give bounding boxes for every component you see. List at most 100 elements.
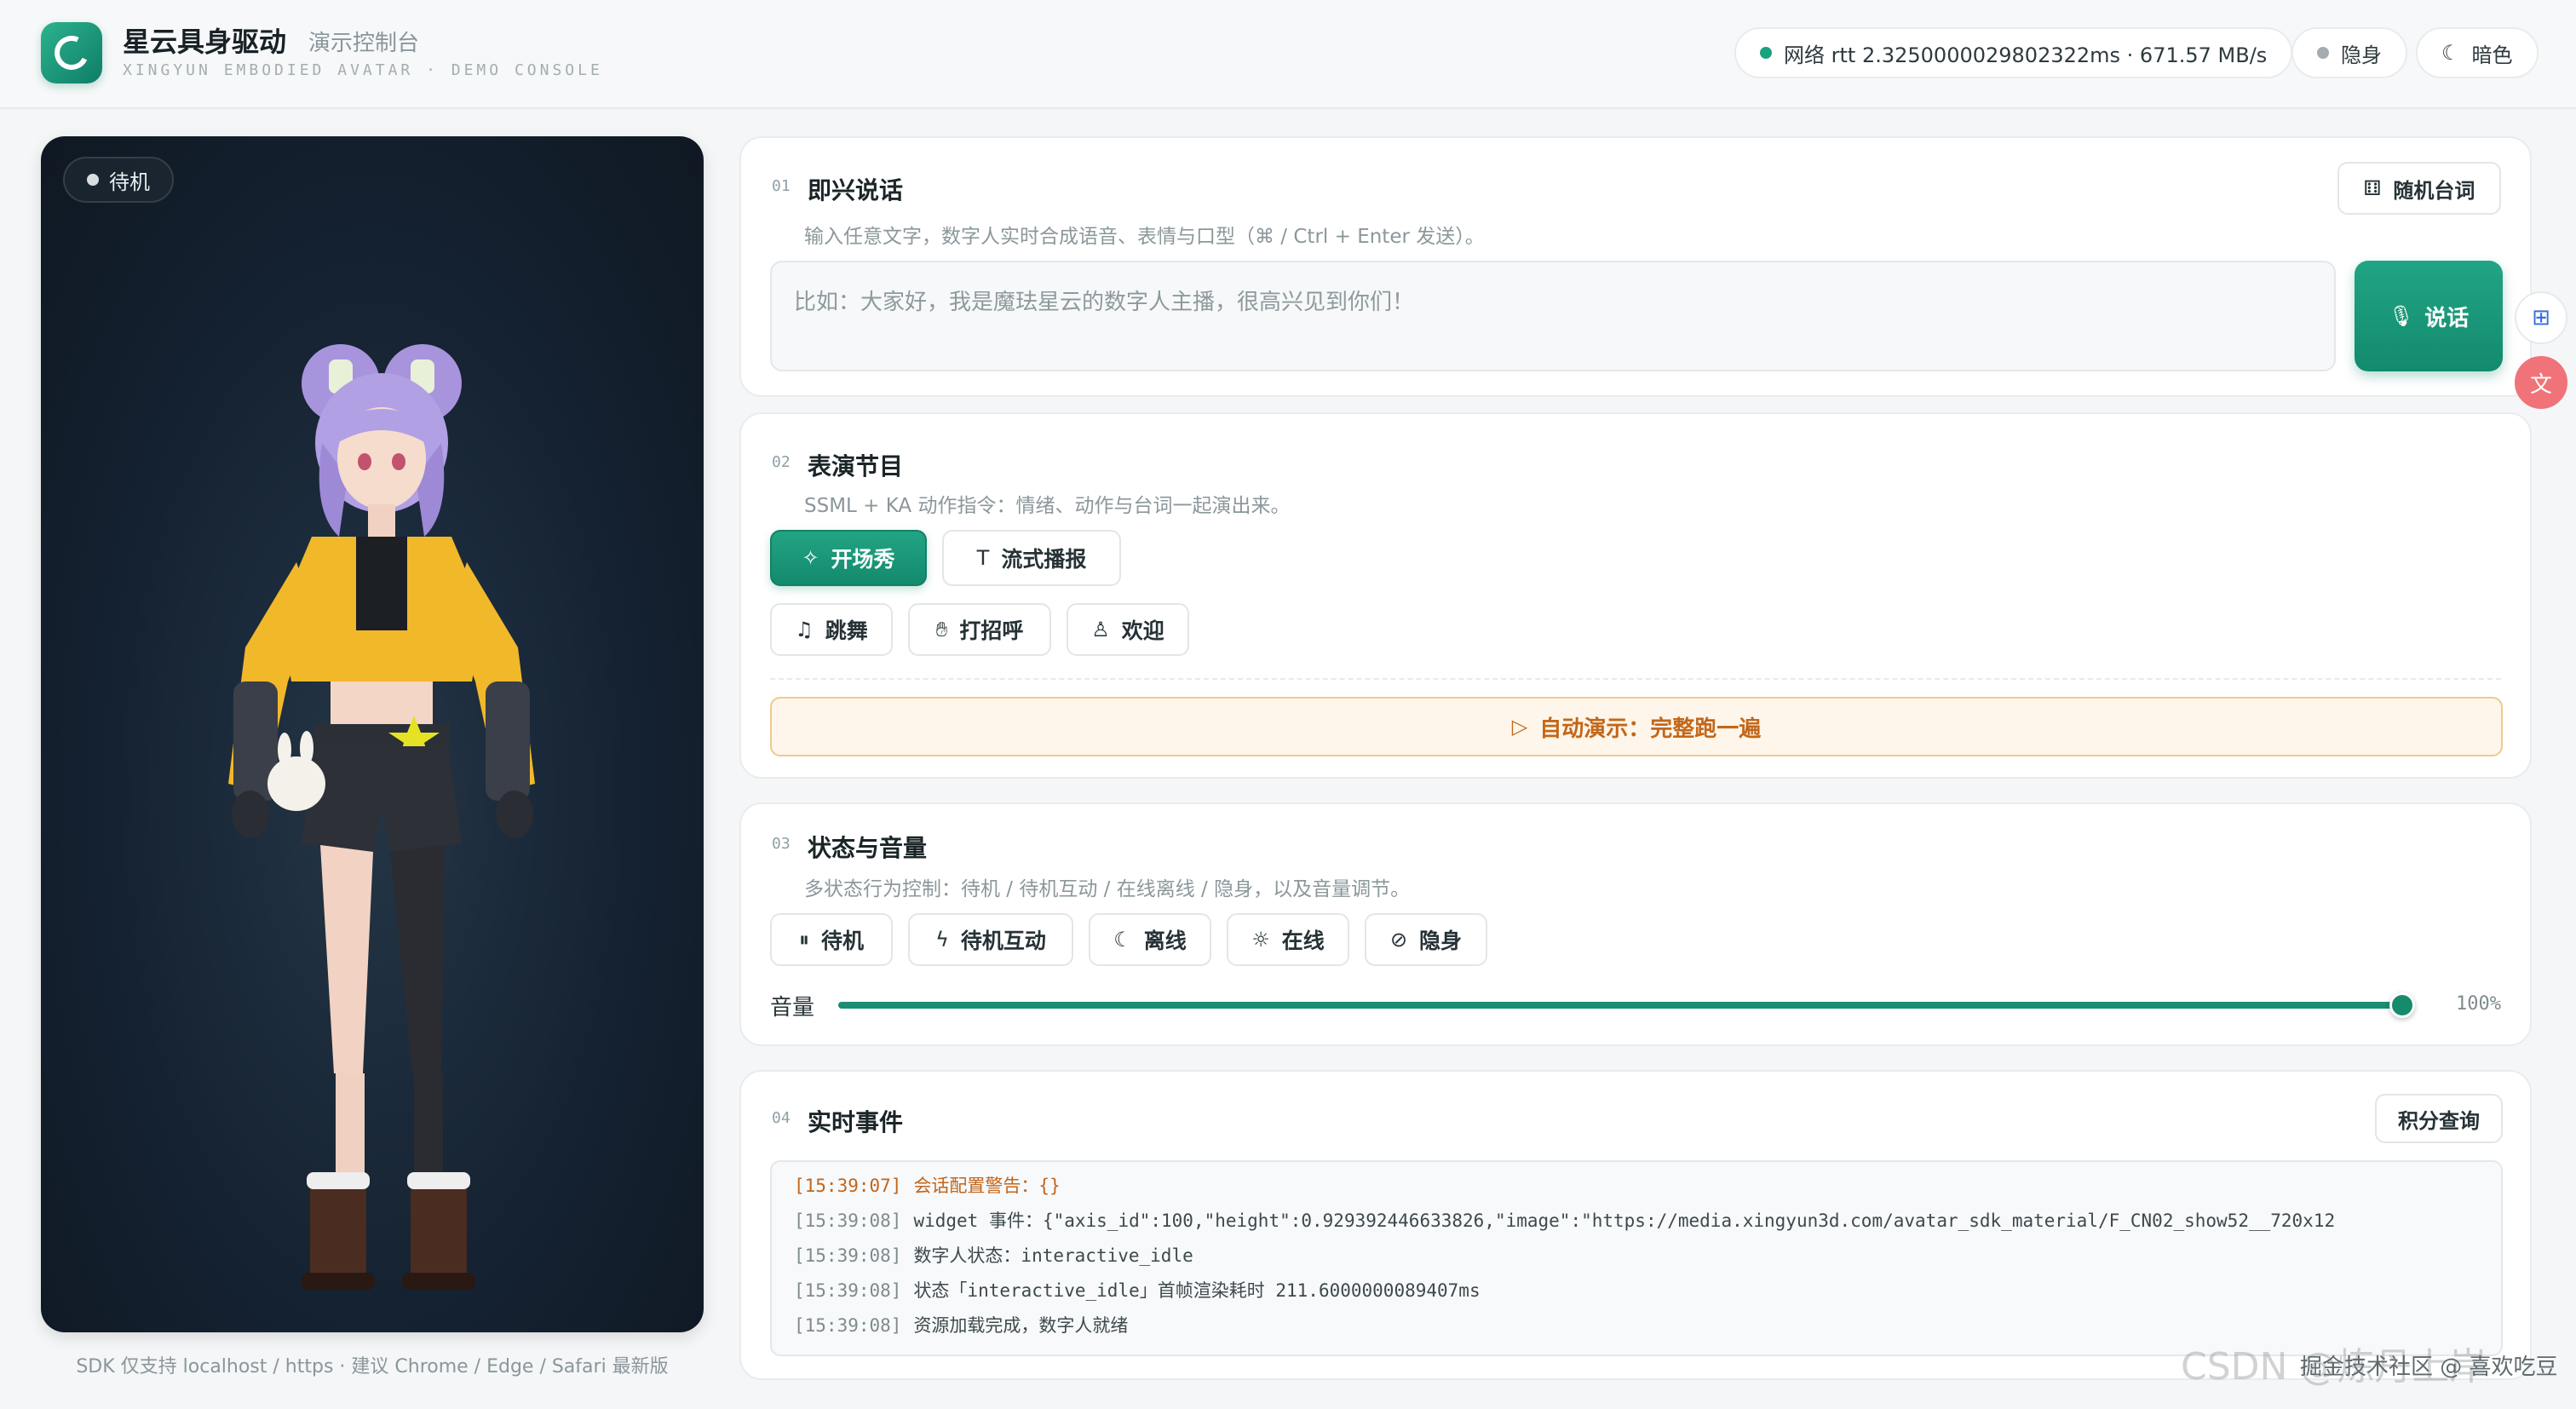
- state-volume-section: 03 状态与音量 多状态行为控制：待机 / 待机互动 / 在线离线 / 隐身，以…: [739, 802, 2532, 1046]
- opening-show-button[interactable]: ✧ 开场秀: [770, 530, 927, 586]
- idle-interact-label: 待机互动: [960, 929, 1046, 953]
- speak-input[interactable]: 比如：大家好，我是魔珐星云的数字人主播，很高兴见到你们！: [770, 261, 2336, 371]
- apps-icon[interactable]: ⊞: [2515, 291, 2567, 344]
- section-number: 04: [772, 1109, 791, 1127]
- online-label: 在线: [1281, 929, 1325, 953]
- theme-toggle-button[interactable]: ☾ 暗色: [2416, 27, 2539, 78]
- section-desc: 输入任意文字，数字人实时合成语音、表情与口型（⌘ / Ctrl + Enter …: [804, 226, 1485, 248]
- idle-label: 待机: [820, 929, 864, 953]
- welcome-label: 欢迎: [1121, 618, 1164, 643]
- status-dot-icon: [2317, 47, 2329, 59]
- offline-button[interactable]: ☾ 离线: [1089, 913, 1211, 966]
- log-line: [15:39:08] widget 事件：{"axis_id":100,"heig…: [794, 1204, 2479, 1239]
- log-text: 资源加载完成，数字人就绪: [913, 1315, 1129, 1336]
- speak-section: 01 即兴说话 输入任意文字，数字人实时合成语音、表情与口型（⌘ / Ctrl …: [739, 136, 2532, 397]
- log-line: [15:39:08] 状态「interactive_idle」首帧渲染耗时 211…: [794, 1274, 2479, 1308]
- volume-label: 音量: [770, 995, 815, 1021]
- avatar-figure: [228, 344, 535, 1290]
- section-number: 03: [772, 835, 791, 853]
- translate-icon[interactable]: 文: [2515, 356, 2567, 409]
- section-number: 02: [772, 453, 791, 471]
- volume-fill: [838, 1002, 2402, 1009]
- section-title: 状态与音量: [808, 834, 928, 862]
- top-bar: 星云具身驱动 演示控制台 XINGYUN EMBODIED AVATAR · D…: [0, 0, 2576, 109]
- volume-slider[interactable]: [838, 992, 2415, 1018]
- app-logo: [41, 22, 102, 83]
- network-status-pill: 网络 rtt 2.3250000029802322ms · 671.57 MB/…: [1734, 27, 2293, 78]
- hidden-button[interactable]: ⊘ 隐身: [1365, 913, 1487, 966]
- bolt-icon: ϟ: [935, 928, 949, 952]
- network-status-text: 网络 rtt 2.3250000029802322ms · 671.57 MB/…: [1784, 43, 2268, 67]
- section-desc: 多状态行为控制：待机 / 待机互动 / 在线离线 / 隐身，以及音量调节。: [804, 878, 1411, 900]
- log-text: 状态「interactive_idle」首帧渲染耗时 211.600000008…: [913, 1280, 1481, 1301]
- hidden-label: 隐身: [1419, 929, 1463, 953]
- section-divider: [770, 678, 2501, 680]
- welcome-button[interactable]: ♙ 欢迎: [1067, 603, 1189, 656]
- stream-broadcast-button[interactable]: T 流式播报: [942, 530, 1121, 586]
- opening-show-label: 开场秀: [831, 547, 895, 572]
- eye-off-icon: ⊘: [1389, 928, 1408, 952]
- sdk-footnote: SDK 仅支持 localhost / https · 建议 Chrome / …: [76, 1356, 669, 1377]
- online-dot-icon: [1760, 47, 1772, 59]
- text-icon: T: [976, 546, 990, 570]
- section-title: 即兴说话: [808, 176, 904, 204]
- volume-knob[interactable]: [2389, 992, 2415, 1018]
- log-timestamp: [15:39:08]: [794, 1245, 902, 1266]
- stealth-button[interactable]: 隐身: [2291, 27, 2407, 78]
- sparkle-icon: ✧: [802, 546, 819, 570]
- log-line: [15:39:08] 数字人状态：interactive_idle: [794, 1239, 2479, 1274]
- section-number: 01: [772, 177, 791, 195]
- log-line: [15:39:07] 会话配置警告：{}: [794, 1169, 2479, 1204]
- log-text: 数字人状态：interactive_idle: [913, 1245, 1193, 1266]
- greet-button[interactable]: ✋︎ 打招呼: [908, 603, 1051, 656]
- greet-label: 打招呼: [959, 618, 1024, 643]
- stealth-label: 隐身: [2341, 43, 2382, 67]
- log-text: 会话配置警告：{}: [913, 1176, 1061, 1196]
- app-tagline: XINGYUN EMBODIED AVATAR · DEMO CONSOLE: [123, 61, 603, 79]
- speak-button[interactable]: 🎙︎ 说话: [2355, 261, 2503, 371]
- dance-button[interactable]: ♫ 跳舞: [770, 603, 893, 656]
- theme-label: 暗色: [2471, 43, 2513, 67]
- random-line-button[interactable]: ⚅ 随机台词: [2337, 162, 2501, 215]
- app-subtitle: 演示控制台: [308, 31, 420, 56]
- sun-icon: ☼: [1251, 928, 1270, 952]
- offline-label: 离线: [1143, 929, 1187, 953]
- app-title: 星云具身驱动: [123, 26, 287, 58]
- watermark-secondary: 掘金技术社区 @ 喜欢吃豆: [2300, 1354, 2558, 1380]
- log-timestamp: [15:39:07]: [794, 1176, 902, 1196]
- points-query-button[interactable]: 积分查询: [2375, 1094, 2503, 1143]
- section-title: 表演节目: [808, 452, 904, 480]
- idle-button[interactable]: ⏸︎ 待机: [770, 913, 893, 966]
- stream-broadcast-label: 流式播报: [1001, 547, 1087, 572]
- moon-icon: ☾: [1113, 928, 1132, 952]
- moon-icon: ☾: [2441, 41, 2460, 65]
- speak-label: 说话: [2424, 305, 2470, 331]
- floating-tools: ⊞ 文: [2515, 291, 2567, 421]
- auto-demo-button[interactable]: ▷ 自动演示：完整跑一遍: [770, 697, 2503, 756]
- dice-icon: ⚅: [2363, 176, 2382, 200]
- hand-icon: ✋︎: [935, 618, 948, 641]
- section-desc: SSML + KA 动作指令：情绪、动作与台词一起演出来。: [804, 495, 1291, 517]
- points-query-label: 积分查询: [2398, 1108, 2480, 1133]
- person-icon: ♙: [1091, 618, 1110, 641]
- log-timestamp: [15:39:08]: [794, 1280, 902, 1301]
- pause-circle-icon: ⏸︎: [798, 928, 809, 952]
- auto-demo-label: 自动演示：完整跑一遍: [1539, 716, 1762, 742]
- music-icon: ♫: [795, 618, 814, 641]
- mic-icon: 🎙︎: [2388, 304, 2415, 328]
- idle-interact-button[interactable]: ϟ 待机互动: [908, 913, 1073, 966]
- events-section: 04 实时事件 积分查询 [15:39:07] 会话配置警告：{} [15:39:0…: [739, 1070, 2532, 1380]
- avatar-viewport[interactable]: 待机: [41, 136, 704, 1332]
- perform-section: 02 表演节目 SSML + KA 动作指令：情绪、动作与台词一起演出来。 ✧ …: [739, 412, 2532, 779]
- log-text: widget 事件：{"axis_id":100,"height":0.9293…: [913, 1211, 2336, 1231]
- dance-label: 跳舞: [825, 618, 868, 643]
- log-timestamp: [15:39:08]: [794, 1211, 902, 1231]
- random-line-label: 随机台词: [2393, 178, 2475, 203]
- online-button[interactable]: ☼ 在线: [1227, 913, 1349, 966]
- log-timestamp: [15:39:08]: [794, 1315, 902, 1336]
- event-log[interactable]: [15:39:07] 会话配置警告：{} [15:39:08] widget 事件：{…: [770, 1160, 2503, 1356]
- play-icon: ▷: [1511, 715, 1528, 739]
- speak-input-placeholder: 比如：大家好，我是魔珐星云的数字人主播，很高兴见到你们！: [794, 290, 1415, 315]
- volume-value: 100%: [2456, 993, 2501, 1015]
- section-title: 实时事件: [808, 1108, 904, 1136]
